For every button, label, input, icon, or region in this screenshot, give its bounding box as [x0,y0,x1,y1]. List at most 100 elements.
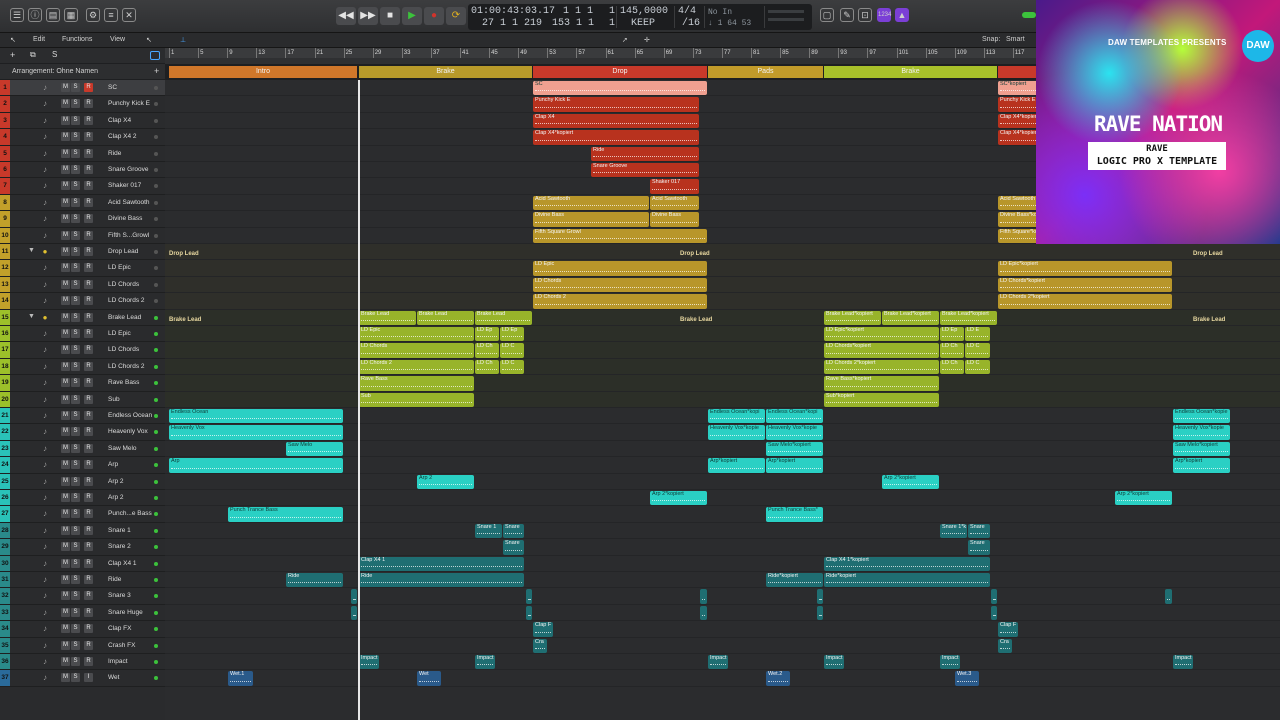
region[interactable]: Fifth Square Growl [533,228,707,243]
region[interactable]: Heavenly Vox*kopie [1173,425,1230,440]
track-lane[interactable] [165,342,1280,359]
track-header[interactable]: 18 ♪ M S R LD Chords 2 [0,358,165,376]
region[interactable]: Wet.1 [228,671,253,686]
mute-button[interactable]: M [61,394,70,404]
region[interactable]: LD C [965,359,990,375]
region[interactable]: Clap X4*kopiert [533,130,699,145]
solo-button[interactable]: S [71,525,80,535]
master-volume-slider[interactable] [1022,12,1036,18]
mute-button[interactable]: M [61,607,70,617]
region[interactable]: Clap X4*kopiert [998,130,1040,145]
solo-button[interactable]: S [71,99,80,109]
track-header[interactable]: 13 ♪ M S R LD Chords [0,276,165,294]
track-lane[interactable] [165,490,1280,507]
region[interactable]: Clap X4 1 [359,556,524,571]
record-enable-button[interactable]: R [84,83,93,92]
record-enable-button[interactable]: R [84,345,93,355]
region[interactable]: LD Epic*kopiert [998,261,1172,276]
quick-help-icon[interactable]: ⚙ [86,8,100,22]
record-enable-button[interactable]: R [84,99,93,109]
record-enable-button[interactable]: R [84,197,93,207]
track-header[interactable]: 7 ♪ M S R Shaker 017 [0,178,165,195]
region[interactable] [526,589,532,604]
arrangement-marker[interactable]: Brake [359,66,532,78]
region[interactable] [700,605,707,621]
region[interactable]: Saw Melo [286,441,343,457]
track-header[interactable]: 33 ♪ M S R Snare Huge [0,604,165,622]
solo-button[interactable]: S [71,345,80,355]
region[interactable] [1165,589,1172,604]
add-track-icon[interactable]: + [10,50,15,60]
solo-button[interactable]: S [71,591,80,601]
mute-button[interactable]: M [61,279,70,289]
track-header[interactable]: 14 ♪ M S R LD Chords 2 [0,293,165,310]
mute-button[interactable]: M [61,378,70,388]
region[interactable]: Divine Bass [650,212,699,227]
mute-button[interactable]: M [61,542,70,552]
solo-button[interactable]: S [71,181,80,191]
record-enable-button[interactable]: R [84,558,93,568]
track-header[interactable]: 2 ♪ M S R Punchy Kick E [0,96,165,113]
record-enable-button[interactable]: R [84,181,93,191]
record-enable-button[interactable]: R [84,607,93,617]
region[interactable]: Impact [940,655,960,670]
mute-button[interactable]: M [61,624,70,634]
mute-button[interactable]: M [61,263,70,273]
region[interactable]: Saw Melo*kopiert [1173,441,1230,457]
track-header[interactable]: 4 ♪ M S R Clap X4 2 [0,129,165,146]
region[interactable]: Arp*kopiert [708,458,765,473]
record-enable-button[interactable]: R [84,296,93,306]
mute-button[interactable]: M [61,443,70,453]
folder-disclosure-icon[interactable]: ▼ [28,247,35,254]
region[interactable]: Saw Melo*kopiert [766,441,823,457]
track-header[interactable]: 20 ♪ M S R Sub [0,391,165,408]
region[interactable]: SC [533,81,707,96]
track-header[interactable]: 17 ♪ M S R LD Chords [0,342,165,359]
solo-button[interactable]: S [71,575,80,584]
region[interactable]: Clap X4 1*kopiert [824,556,990,571]
region[interactable]: LD Chords 2 [359,359,474,375]
region[interactable]: Endless Ocean [169,409,343,424]
solo-button[interactable]: S [71,263,80,273]
region[interactable]: Ride [286,573,343,588]
track-header[interactable]: 5 ♪ M S R Ride [0,145,165,162]
region[interactable]: Punch Trance Bass [228,507,343,522]
global-solo-icon[interactable]: S [52,50,57,59]
region[interactable]: Endless Ocean*kopi [766,409,823,424]
metronome-icon[interactable]: ▲ [895,8,909,22]
record-enable-button[interactable]: I [84,673,93,683]
region[interactable] [817,605,823,621]
track-header[interactable]: 3 ♪ M S R Clap X4 [0,112,165,130]
solo-button[interactable]: S [71,624,80,634]
arrangement-marker[interactable]: Pads [708,66,823,78]
mute-button[interactable]: M [61,460,70,470]
solo-button[interactable]: S [71,247,80,256]
mute-button[interactable]: M [61,657,70,666]
solo-button[interactable]: S [71,312,80,322]
track-header[interactable]: 19 ♪ M S R Rave Bass [0,375,165,392]
region[interactable]: LD Epic [359,327,474,342]
record-enable-button[interactable]: R [84,476,93,486]
track-header[interactable]: 36 ♪ M S R Impact [0,654,165,671]
region[interactable]: LD Chords 2*kopiert [824,359,939,375]
region[interactable]: Arp 2 [417,474,474,489]
solo-button[interactable]: S [71,165,80,174]
track-header[interactable]: 8 ♪ M S R Acid Sawtooth [0,194,165,212]
track-header[interactable]: 30 ♪ M S R Clap X4 1 [0,555,165,572]
record-button[interactable]: ● [424,7,444,25]
region[interactable]: Ride [591,146,699,161]
track-header[interactable]: 29 ♪ M S R Snare 2 [0,539,165,556]
notepad-icon[interactable]: ✎ [840,8,854,22]
track-header[interactable]: 31 ♪ M S R Ride [0,572,165,589]
track-header[interactable]: 22 ♪ M S R Heavenly Vox [0,424,165,441]
mixer-icon[interactable]: ≡ [104,8,118,22]
mute-button[interactable]: M [61,329,70,338]
region[interactable]: Snare 1 [475,523,502,539]
inspector-button[interactable]: ⓘ [28,8,42,22]
record-enable-button[interactable]: R [84,394,93,404]
track-lane[interactable] [165,244,1280,261]
region[interactable]: Brake Lead*kopiert [824,310,881,325]
mute-button[interactable]: M [61,230,70,240]
track-header[interactable]: 16 ♪ M S R LD Epic [0,326,165,343]
catch-icon[interactable]: ⊥ [180,36,186,44]
